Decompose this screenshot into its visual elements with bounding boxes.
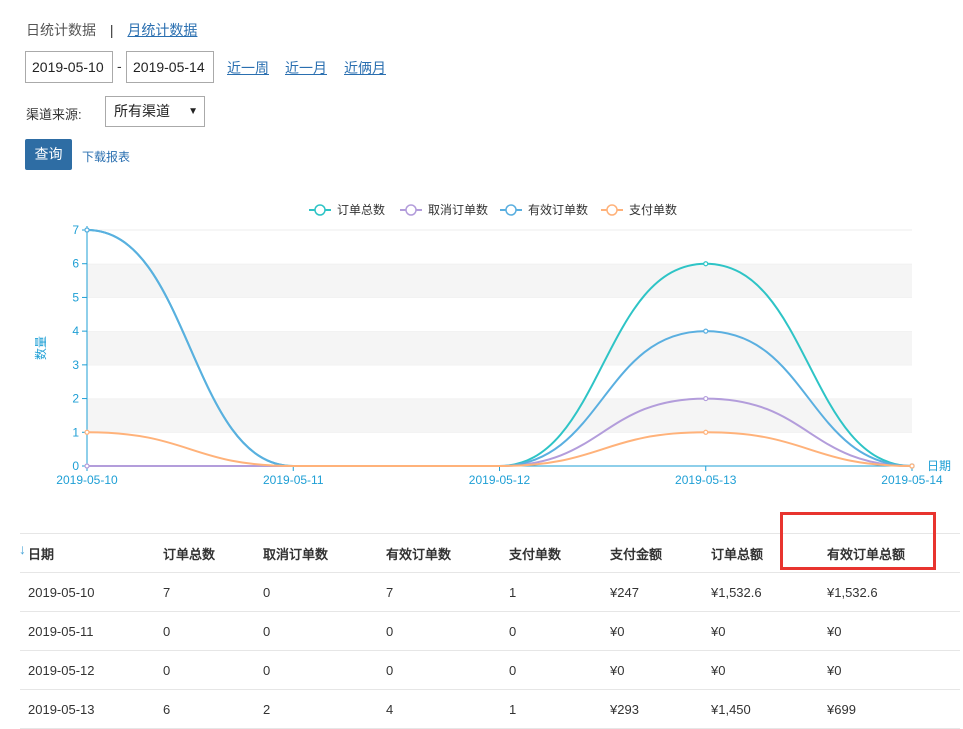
y-tick-label: 4 (72, 324, 79, 338)
cell-cancelled-orders: 0 (262, 572, 385, 612)
stat-tabs: 日统计数据 | 月统计数据 (26, 20, 197, 40)
cell-cancelled-orders: 0 (262, 611, 385, 651)
legend-swatch-marker[interactable] (606, 204, 618, 216)
y-tick-label: 2 (72, 392, 79, 406)
download-report-link[interactable]: 下载报表 (82, 148, 130, 165)
y-tick-label: 6 (72, 257, 79, 271)
column-header-paid-orders[interactable]: 支付单数 (508, 533, 609, 573)
cell-date: 2019-05-11 (20, 611, 162, 651)
data-point[interactable] (84, 429, 90, 435)
cell-total-orders: 7 (162, 572, 262, 612)
cell-total-orders: 0 (162, 611, 262, 651)
channel-select[interactable]: 所有渠道 ▼ (105, 96, 205, 127)
cell-date: 2019-05-13 (20, 689, 162, 729)
table-row: 2019-05-12 0 0 0 0 ¥0 ¥0 ¥0 (20, 650, 960, 690)
data-point[interactable] (703, 328, 709, 334)
cell-valid-orders: 4 (385, 689, 508, 729)
data-point[interactable] (84, 227, 90, 233)
quick-range-month[interactable]: 近一月 (285, 58, 327, 78)
cell-valid-order-total: ¥1,532.6 (826, 572, 960, 612)
cell-valid-order-total: ¥0 (826, 650, 960, 690)
grid-band (87, 331, 912, 365)
column-header-date[interactable]: 日期 (20, 533, 162, 573)
cell-order-total: ¥1,450 (710, 689, 826, 729)
cell-valid-orders: 7 (385, 572, 508, 612)
y-tick-label: 0 (72, 459, 79, 473)
cell-paid-amount: ¥247 (609, 572, 710, 612)
table-row: 2019-05-13 6 2 4 1 ¥293 ¥1,450 ¥699 (20, 689, 960, 729)
cell-cancelled-orders: 0 (262, 650, 385, 690)
cell-valid-orders: 0 (385, 650, 508, 690)
data-point[interactable] (84, 463, 90, 469)
end-date-input[interactable]: 2019-05-14 (126, 51, 214, 83)
tab-separator: | (109, 22, 114, 38)
cell-valid-order-total: ¥699 (826, 689, 960, 729)
table-row: 2019-05-11 0 0 0 0 ¥0 ¥0 ¥0 (20, 611, 960, 651)
column-header-valid-orders[interactable]: 有效订单数 (385, 533, 508, 573)
x-tick-label: 2019-05-11 (263, 473, 324, 487)
grid-band (87, 263, 912, 298)
cell-total-orders: 6 (162, 689, 262, 729)
x-tick-label: 2019-05-10 (56, 473, 118, 487)
y-tick-label: 5 (72, 290, 79, 304)
grid-band (87, 432, 912, 466)
chart-legend: 订单总数 取消订单数 有效订单数 支付单数 (309, 202, 677, 217)
tab-daily[interactable]: 日统计数据 (26, 22, 96, 38)
chevron-down-icon: ▼ (188, 106, 198, 117)
x-tick-label: 2019-05-13 (675, 473, 737, 487)
cell-valid-order-total: ¥0 (826, 611, 960, 651)
cell-total-orders: 0 (162, 650, 262, 690)
data-point[interactable] (703, 261, 709, 267)
data-point[interactable] (703, 395, 709, 402)
cell-paid-orders: 0 (508, 650, 609, 690)
data-point[interactable] (703, 429, 709, 435)
data-point[interactable] (909, 463, 915, 469)
tab-monthly[interactable]: 月统计数据 (127, 22, 197, 38)
cell-date: 2019-05-12 (20, 650, 162, 690)
legend-label[interactable]: 取消订单数 (428, 202, 488, 217)
cell-paid-orders: 0 (508, 611, 609, 651)
y-tick-label: 7 (72, 223, 79, 237)
legend-label[interactable]: 有效订单数 (528, 202, 588, 217)
y-tick-label: 3 (72, 358, 79, 372)
cell-paid-orders: 1 (508, 572, 609, 612)
grid-band (87, 398, 912, 433)
x-axis-label: 日期 (927, 459, 951, 473)
legend-swatch-marker[interactable] (314, 204, 326, 216)
x-tick-label: 2019-05-14 (881, 473, 943, 487)
cell-paid-amount: ¥293 (609, 689, 710, 729)
legend-label[interactable]: 支付单数 (629, 202, 677, 217)
channel-select-value: 所有渠道 (114, 103, 170, 119)
cell-paid-orders: 1 (508, 689, 609, 729)
cell-order-total: ¥1,532.6 (710, 572, 826, 612)
cell-order-total: ¥0 (710, 650, 826, 690)
chart-grid (87, 229, 912, 466)
cell-date: 2019-05-10 (20, 572, 162, 612)
highlight-box (780, 512, 936, 570)
cell-paid-amount: ¥0 (609, 611, 710, 651)
y-axis-label: 数量 (33, 336, 48, 360)
quick-range-two-months[interactable]: 近俩月 (344, 58, 386, 78)
column-header-cancelled-orders[interactable]: 取消订单数 (262, 533, 385, 573)
query-button[interactable]: 查询 (25, 139, 72, 170)
line-chart: 订单总数 取消订单数 有效订单数 支付单数 0 1 2 3 4 5 6 7 2019-05-10 201… (33, 202, 951, 487)
channel-label: 渠道来源: (26, 107, 82, 122)
legend-swatch-marker[interactable] (405, 204, 417, 216)
y-tick-label: 1 (72, 425, 79, 439)
grid-band (87, 230, 912, 264)
quick-range-week[interactable]: 近一周 (227, 58, 269, 78)
cell-order-total: ¥0 (710, 611, 826, 651)
cell-paid-amount: ¥0 (609, 650, 710, 690)
cell-valid-orders: 0 (385, 611, 508, 651)
table-row: 2019-05-10 7 0 7 1 ¥247 ¥1,532.6 ¥1,532.… (20, 572, 960, 612)
column-header-total-orders[interactable]: 订单总数 (162, 533, 262, 573)
column-header-paid-amount[interactable]: 支付金额 (609, 533, 710, 573)
x-tick-label: 2019-05-12 (469, 473, 531, 487)
legend-swatch-marker[interactable] (505, 204, 517, 216)
start-date-input[interactable]: 2019-05-10 (25, 51, 113, 83)
cell-cancelled-orders: 2 (262, 689, 385, 729)
legend-label[interactable]: 订单总数 (337, 202, 385, 217)
date-range-dash: - (117, 58, 122, 74)
